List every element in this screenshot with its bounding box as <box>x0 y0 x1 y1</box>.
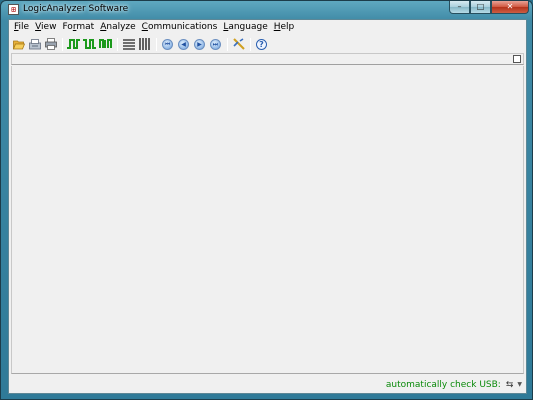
waveform-workspace[interactable] <box>11 66 524 374</box>
panel-checkbox[interactable] <box>513 55 521 63</box>
window-title: LogicAnalyzer Software <box>23 4 129 14</box>
previous-icon: ◀ <box>178 38 189 50</box>
nav-next-button[interactable]: ▶ <box>192 37 207 52</box>
menu-bar: File View Format Analyze Communications … <box>9 20 526 35</box>
skip-last-icon: ⏭ <box>210 38 221 50</box>
toolbar-separator <box>156 37 157 51</box>
nav-prev-button[interactable]: ◀ <box>176 37 191 52</box>
toolbar-separator <box>227 37 228 51</box>
menu-communications[interactable]: Communications <box>139 20 221 35</box>
signal-pulse-button[interactable] <box>98 37 113 52</box>
horizontal-lines-icon <box>122 39 135 50</box>
menu-language[interactable]: Language <box>220 20 270 35</box>
usb-icon[interactable]: ⇆ <box>506 380 514 390</box>
help-icon: ? <box>256 38 267 50</box>
save-button[interactable] <box>27 37 42 52</box>
signal-falling-button[interactable] <box>82 37 97 52</box>
printer-icon <box>44 38 57 50</box>
help-button[interactable]: ? <box>254 37 269 52</box>
minimize-button[interactable]: – <box>449 1 470 14</box>
status-bar: automatically check USB: ⇆ ▼ <box>9 376 526 393</box>
menu-help[interactable]: Help <box>271 20 298 35</box>
chevron-down-icon[interactable]: ▼ <box>517 381 522 388</box>
menu-file[interactable]: File <box>11 20 32 35</box>
signal-pulse-icon <box>99 39 112 48</box>
signal-rising-button[interactable] <box>66 37 81 52</box>
menu-analyze[interactable]: Analyze <box>97 20 138 35</box>
print-button[interactable] <box>43 37 58 52</box>
channel-header-panel <box>11 53 524 65</box>
caption-buttons: – □ ✕ <box>449 1 529 15</box>
client-area: File View Format Analyze Communications … <box>8 19 527 394</box>
usb-status-text: automatically check USB: <box>385 379 501 390</box>
menu-format[interactable]: Format <box>59 20 97 35</box>
nav-last-button[interactable]: ⏭ <box>208 37 223 52</box>
menu-view[interactable]: View <box>32 20 59 35</box>
skip-first-icon: ⏮ <box>162 38 173 50</box>
app-window: ⊞ LogicAnalyzer Software – □ ✕ File View… <box>0 0 533 400</box>
horizontal-lines-button[interactable] <box>121 37 136 52</box>
tools-icon <box>232 38 245 50</box>
signal-falling-icon <box>83 39 96 49</box>
folder-open-icon <box>12 40 25 49</box>
open-button[interactable] <box>11 37 26 52</box>
app-icon[interactable]: ⊞ <box>8 4 19 15</box>
close-button[interactable]: ✕ <box>491 1 529 14</box>
maximize-button[interactable]: □ <box>470 1 491 14</box>
signal-rising-icon <box>67 39 80 49</box>
vertical-lines-button[interactable] <box>137 37 152 52</box>
toolbar-separator <box>62 37 63 51</box>
tools-button[interactable] <box>231 37 246 52</box>
next-icon: ▶ <box>194 38 205 50</box>
save-icon <box>28 38 41 49</box>
toolbar: ⏮ ◀ ▶ ⏭ ? <box>9 35 526 53</box>
title-bar[interactable]: ⊞ LogicAnalyzer Software – □ ✕ <box>1 1 532 19</box>
nav-first-button[interactable]: ⏮ <box>160 37 175 52</box>
vertical-lines-icon <box>138 38 150 50</box>
toolbar-separator <box>250 37 251 51</box>
toolbar-separator <box>117 37 118 51</box>
